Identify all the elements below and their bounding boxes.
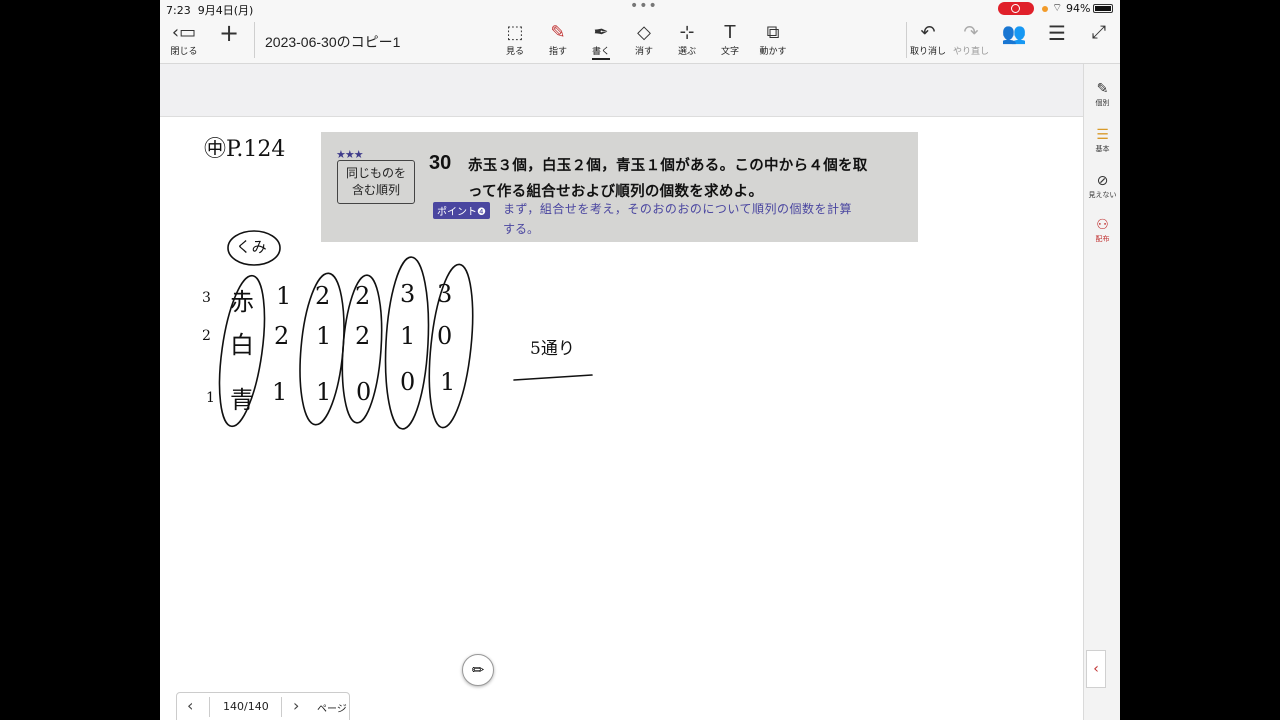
distribute-icon: ⚇ <box>1096 217 1109 233</box>
sidebar-item-label: 個別 <box>1095 99 1110 107</box>
combination-value: 3 <box>437 280 453 308</box>
sidebar-collapse-button[interactable]: ‹ <box>1086 650 1106 688</box>
combination-value: 1 <box>276 282 292 310</box>
combination-value: 1 <box>316 378 332 406</box>
sidebar-item-distribute[interactable]: ⚇ 配布 <box>1084 216 1120 244</box>
count-label: 1 <box>206 390 215 406</box>
combination-value: 0 <box>400 368 416 396</box>
page-number[interactable]: 140/140 <box>223 700 269 713</box>
layers-icon: ☰ <box>1096 127 1109 143</box>
sidebar-item-basic[interactable]: ☰ 基本 <box>1084 126 1120 154</box>
floating-pen-button[interactable]: ✏ <box>462 654 494 686</box>
combination-value: 1 <box>316 322 332 350</box>
page-label: ページ <box>317 704 347 715</box>
group-label: くみ <box>236 238 267 256</box>
pager-divider <box>281 697 282 717</box>
sidebar-item-hidden[interactable]: ⊘ 見えない <box>1084 172 1120 200</box>
next-page-icon[interactable]: › <box>293 696 299 715</box>
pager-divider <box>209 697 210 717</box>
combination-value: 1 <box>272 378 288 406</box>
combination-value: 0 <box>437 322 453 350</box>
page-reference: ㊥P.124 <box>204 137 286 162</box>
color-label: 白 <box>230 331 254 359</box>
count-label: 3 <box>202 290 211 306</box>
hidden-icon: ⊘ <box>1096 173 1109 189</box>
sidebar-item-label: 見えない <box>1088 191 1117 199</box>
answer-text: 5通り <box>530 339 575 359</box>
sidebar-item-label: 配布 <box>1095 235 1110 243</box>
combination-value: 3 <box>400 280 416 308</box>
combination-value: 2 <box>274 322 290 350</box>
sidebar-item-individual[interactable]: ✎ 個別 <box>1084 80 1120 108</box>
color-label: 青 <box>230 386 254 414</box>
combination-value: 1 <box>400 322 416 350</box>
combination-value: 2 <box>315 282 331 310</box>
chevron-left-icon: ‹ <box>1093 661 1099 677</box>
edit-note-icon: ✎ <box>1096 81 1109 97</box>
combination-value: 1 <box>440 368 456 396</box>
count-label: 2 <box>202 328 211 344</box>
combination-value: 2 <box>355 282 371 310</box>
page-navigator: ‹ 140/140 › ページ <box>176 692 350 720</box>
pen-icon: ✏ <box>471 661 485 679</box>
color-label: 赤 <box>230 288 254 316</box>
app-screen: 7:23 9月4日(月) ••• ⌔ 94% ‹▭ 閉じる + 2023-06-… <box>160 0 1120 720</box>
handwriting-layer <box>218 230 593 430</box>
combination-value: 2 <box>355 322 371 350</box>
layer-sidebar: ✎ 個別 ☰ 基本 ⊘ 見えない ⚇ 配布 <box>1083 64 1120 720</box>
answer-underline <box>513 374 593 381</box>
combination-value: 0 <box>356 378 372 406</box>
prev-page-icon[interactable]: ‹ <box>187 696 193 715</box>
sidebar-item-label: 基本 <box>1095 145 1110 153</box>
